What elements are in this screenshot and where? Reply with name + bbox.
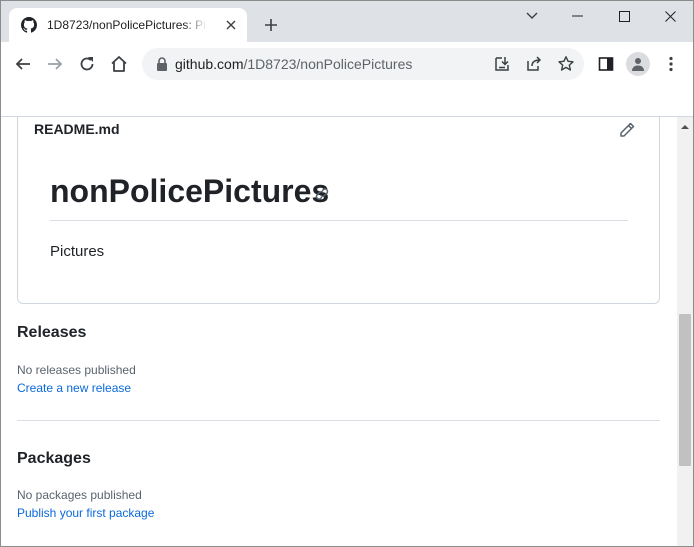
browser-tab[interactable]: 1D8723/nonPolicePictures: Pictures (9, 8, 247, 42)
url-host: github.com (175, 56, 244, 72)
side-panel-icon[interactable] (592, 50, 620, 78)
readme-box: README.md nonPolicePictures Pictures (17, 117, 660, 304)
section-divider (17, 420, 660, 421)
publish-package-link[interactable]: Publish your first package (17, 506, 154, 520)
pencil-icon[interactable] (618, 121, 636, 139)
url-path: /1D8723/nonPolicePictures (243, 56, 413, 72)
minimize-icon[interactable] (555, 0, 601, 32)
github-icon (21, 17, 37, 33)
releases-title[interactable]: Releases (17, 324, 86, 342)
link-icon[interactable] (314, 186, 332, 204)
close-window-icon[interactable] (647, 0, 693, 32)
heading-rule (50, 220, 628, 221)
tab-close-icon[interactable] (223, 17, 239, 33)
browser-toolbar: github.com/1D8723/nonPolicePictures (0, 42, 694, 86)
tab-search-icon[interactable] (509, 0, 555, 32)
reload-icon[interactable] (73, 50, 101, 78)
releases-empty-text: No releases published (17, 363, 136, 377)
bookmark-star-icon[interactable] (556, 54, 576, 74)
new-tab-button[interactable] (259, 13, 283, 37)
profile-avatar[interactable] (626, 52, 650, 76)
back-arrow-icon[interactable] (9, 50, 37, 78)
tab-strip: 1D8723/nonPolicePictures: Pictures (0, 0, 694, 42)
forward-arrow-icon[interactable] (41, 50, 69, 78)
readme-body: Pictures (50, 243, 105, 260)
packages-title[interactable]: Packages (17, 450, 91, 468)
readme-filename[interactable]: README.md (34, 121, 120, 137)
page-content: README.md nonPolicePictures Pictures Rel… (0, 117, 677, 547)
packages-empty-text: No packages published (17, 488, 142, 502)
content-top-strip (0, 86, 694, 117)
home-icon[interactable] (105, 50, 133, 78)
tab-title: 1D8723/nonPolicePictures: Pictures (47, 18, 207, 32)
person-icon (632, 58, 644, 71)
kebab-menu-icon[interactable] (657, 50, 685, 78)
create-release-link[interactable]: Create a new release (17, 381, 131, 395)
readme-heading: nonPolicePictures (50, 173, 330, 209)
url-text[interactable]: github.com/1D8723/nonPolicePictures (175, 56, 412, 72)
scroll-up-arrow-icon[interactable] (677, 119, 693, 135)
install-app-icon[interactable] (492, 54, 512, 74)
scrollbar-thumb[interactable] (679, 314, 691, 466)
address-bar[interactable]: github.com/1D8723/nonPolicePictures (142, 48, 584, 80)
page-scrollbar[interactable] (677, 117, 693, 546)
maximize-icon[interactable] (601, 0, 647, 32)
share-icon[interactable] (524, 54, 544, 74)
lock-icon[interactable] (154, 56, 170, 72)
